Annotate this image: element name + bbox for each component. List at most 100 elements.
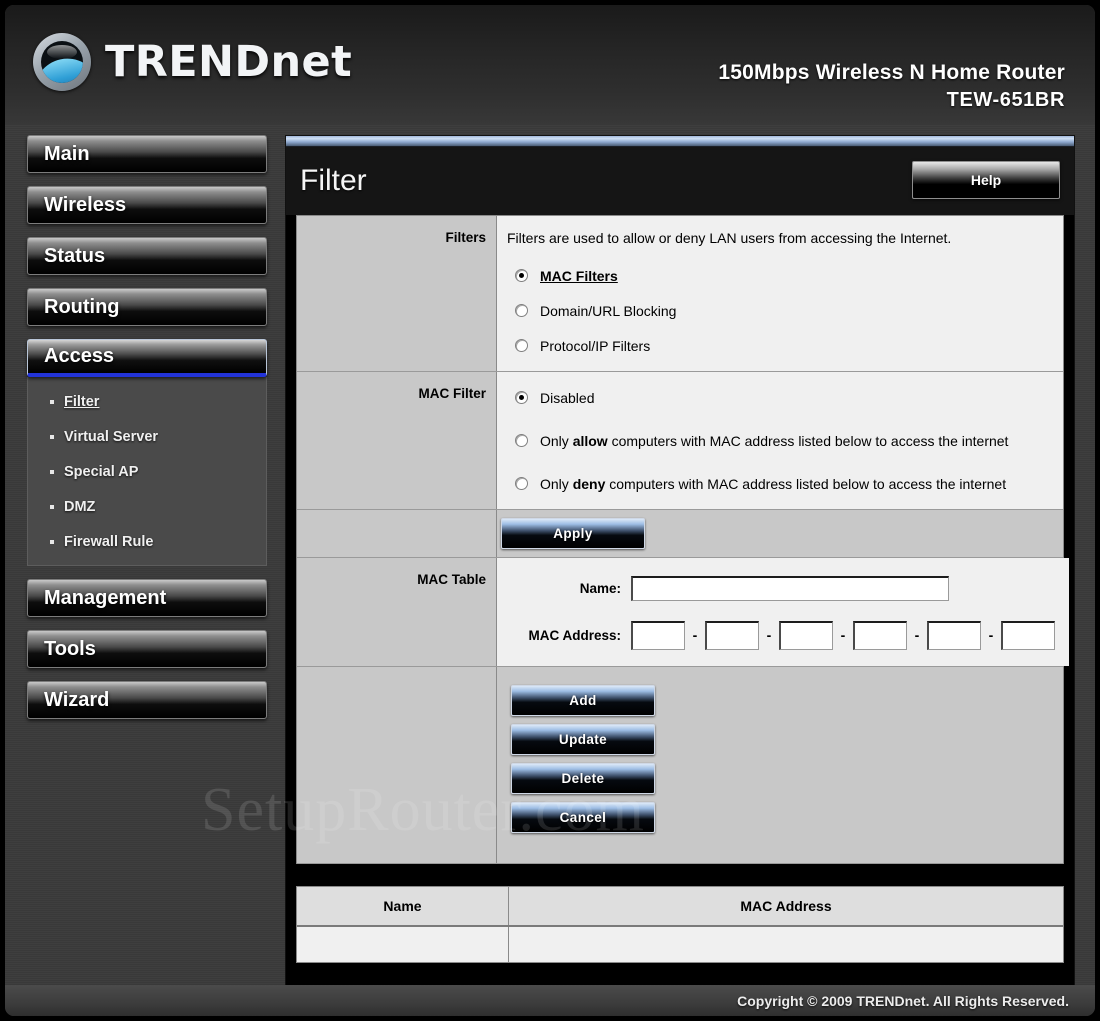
sidebar-item-access-label: Access <box>44 345 115 367</box>
panel-accent-bar <box>286 136 1074 147</box>
filter-form: Filters Filters are used to allow or den… <box>296 215 1069 864</box>
apply-button-label: Apply <box>553 525 593 541</box>
sidebar-subitem-firewall-rule-label: Firewall Rule <box>64 534 154 550</box>
trendnet-globe-wave-icon <box>33 33 91 91</box>
mac-separator: - <box>766 627 772 644</box>
add-button[interactable]: Add <box>511 684 655 716</box>
mac-octet-1[interactable] <box>631 620 685 650</box>
radio-icon[interactable] <box>515 476 528 490</box>
sidebar-item-wizard[interactable]: Wizard <box>27 681 267 719</box>
brand-wordmark-upper: TREND <box>105 37 271 87</box>
sidebar-item-tools-label: Tools <box>44 637 96 660</box>
apply-row-label <box>297 509 497 557</box>
sidebar-item-wireless[interactable]: Wireless <box>27 186 267 224</box>
sidebar-item-status[interactable]: Status <box>27 237 267 275</box>
radio-icon[interactable] <box>515 268 528 282</box>
mac-filter-option-allow-suffix: computers with MAC address listed below … <box>607 432 1009 449</box>
apply-button[interactable]: Apply <box>501 517 645 549</box>
mac-octet-3[interactable] <box>779 620 833 650</box>
bullet-icon <box>50 435 54 439</box>
radio-icon[interactable] <box>515 338 528 352</box>
mac-entries-table: Name MAC Address <box>296 885 1064 963</box>
mac-filter-option-deny[interactable]: Only deny computers with MAC address lis… <box>507 474 1049 495</box>
mac-filter-row-label: MAC Filter <box>297 371 497 509</box>
brand-wordmark-lower: net <box>270 37 353 87</box>
mac-separator: - <box>692 627 698 644</box>
panel-title-bar: Filter Help <box>286 147 1074 215</box>
page-header: TRENDnet 150Mbps Wireless N Home Router … <box>5 5 1095 125</box>
mac-separator: - <box>914 627 920 644</box>
sidebar-item-access[interactable]: Access <box>27 339 267 377</box>
sidebar-item-main[interactable]: Main <box>27 135 267 173</box>
filters-row: Filters Filters are used to allow or den… <box>297 216 1063 372</box>
cancel-button[interactable]: Cancel <box>511 801 655 833</box>
bullet-icon <box>50 400 54 404</box>
filter-type-option-mac-filters-label: MAC Filters <box>540 267 618 284</box>
help-button[interactable]: Help <box>912 161 1060 199</box>
crud-button-group: Add Update Delete Cancel <box>507 679 813 849</box>
sidebar-item-main-label: Main <box>44 142 90 165</box>
sidebar-item-routing-label: Routing <box>44 295 120 318</box>
column-header-mac-address: MAC Address <box>740 897 832 914</box>
bullet-icon <box>50 470 54 474</box>
filters-description: Filters are used to allow or deny LAN us… <box>507 230 952 246</box>
mac-octet-4[interactable] <box>853 620 907 650</box>
mac-filter-option-allow-label: Only allow computers with MAC address li… <box>540 431 1008 452</box>
mac-filter-option-allow[interactable]: Only allow computers with MAC address li… <box>507 431 1049 452</box>
sidebar-subitem-dmz[interactable]: DMZ <box>50 496 266 518</box>
sidebar-item-tools[interactable]: Tools <box>27 630 267 668</box>
delete-button-label: Delete <box>561 770 605 786</box>
crud-row: Add Update Delete Cancel <box>297 666 1063 864</box>
sidebar-submenu-access: Filter Virtual Server Special AP DMZ Fir… <box>27 377 267 566</box>
filters-row-label: Filters <box>297 216 497 371</box>
mac-filter-option-disabled[interactable]: Disabled <box>507 388 1049 409</box>
apply-row: Apply <box>297 509 1063 558</box>
sidebar-subitem-filter-label: Filter <box>64 394 100 410</box>
sidebar-subitem-firewall-rule[interactable]: Firewall Rule <box>50 531 266 553</box>
sidebar-subitem-filter[interactable]: Filter <box>50 391 266 413</box>
sidebar-subitem-special-ap[interactable]: Special AP <box>50 461 266 483</box>
radio-icon[interactable] <box>515 390 528 404</box>
column-header-name: Name <box>297 886 509 925</box>
mac-octet-6[interactable] <box>1001 620 1055 650</box>
filter-type-option-domain-url-blocking[interactable]: Domain/URL Blocking <box>507 301 1049 322</box>
filters-row-content: Filters are used to allow or deny LAN us… <box>497 216 1063 371</box>
table-row[interactable] <box>297 924 1063 962</box>
mac-address-field-label: MAC Address: <box>528 627 621 643</box>
page-footer: Copyright © 2009 TRENDnet. All Rights Re… <box>5 985 1095 1016</box>
radio-icon[interactable] <box>515 433 528 447</box>
sidebar-subitem-virtual-server[interactable]: Virtual Server <box>50 426 266 448</box>
mac-entries-table-header: Name MAC Address <box>297 886 1063 925</box>
mac-filter-option-allow-prefix: Only <box>540 432 573 449</box>
sidebar-item-routing[interactable]: Routing <box>27 288 267 326</box>
sidebar-item-wireless-label: Wireless <box>44 193 127 216</box>
sidebar-item-status-label: Status <box>44 244 106 267</box>
brand-wordmark: TRENDnet <box>105 37 352 87</box>
mac-octet-5[interactable] <box>927 620 981 650</box>
update-button[interactable]: Update <box>511 723 655 755</box>
brand-logo[interactable]: TRENDnet <box>33 33 352 91</box>
delete-button[interactable]: Delete <box>511 762 655 794</box>
cell-mac-address <box>509 927 1063 962</box>
sidebar-subitem-virtual-server-label: Virtual Server <box>64 429 159 445</box>
radio-icon[interactable] <box>515 303 528 317</box>
mac-octet-2[interactable] <box>705 620 759 650</box>
filter-type-option-protocol-ip-filters[interactable]: Protocol/IP Filters <box>507 336 1049 357</box>
page-title: Filter <box>300 164 367 197</box>
sidebar-subitem-dmz-label: DMZ <box>64 499 96 515</box>
mac-separator: - <box>840 627 846 644</box>
content-panel: Filter Help Filters Filters are used to … <box>285 135 1075 995</box>
apply-row-content: Apply <box>497 509 1063 557</box>
filter-type-option-protocol-ip-filters-label: Protocol/IP Filters <box>540 337 651 354</box>
add-button-label: Add <box>569 692 597 708</box>
mac-filter-option-deny-suffix: computers with MAC address listed below … <box>605 475 1007 492</box>
mac-separator: - <box>988 627 994 644</box>
name-input[interactable] <box>631 575 949 601</box>
sidebar-item-management-label: Management <box>44 586 167 609</box>
cancel-button-label: Cancel <box>559 809 607 825</box>
mac-table-row-content: Name: MAC Address: - - - - - <box>497 557 1069 666</box>
cell-name <box>297 926 509 962</box>
sidebar-item-management[interactable]: Management <box>27 579 267 617</box>
filter-type-option-mac-filters[interactable]: MAC Filters <box>507 266 1049 287</box>
help-button-label: Help <box>970 172 1002 188</box>
